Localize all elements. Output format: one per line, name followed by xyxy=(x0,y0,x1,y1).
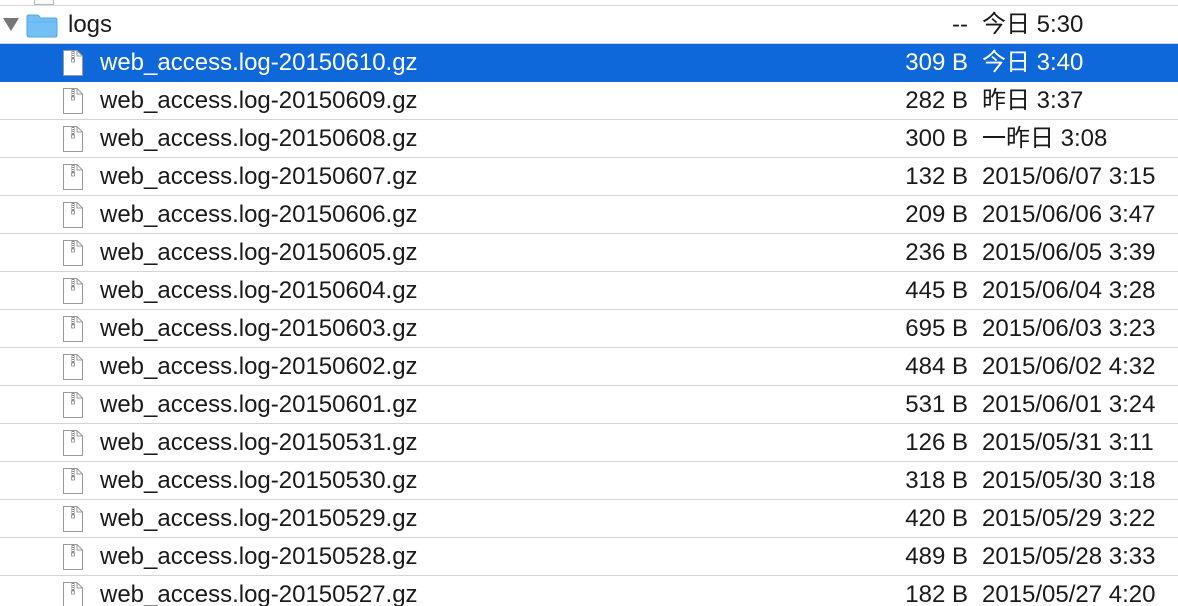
zip-file-icon xyxy=(62,201,84,229)
file-size: 420 B xyxy=(905,505,968,532)
zip-file-icon-graphic xyxy=(63,544,83,570)
file-row[interactable]: web_access.log-20150606.gz 209 B 2015/06/0… xyxy=(0,196,1178,234)
zip-file-icon xyxy=(62,581,84,606)
file-size: 182 B xyxy=(905,581,968,606)
file-date-modified: 2015/05/29 3:22 xyxy=(982,505,1156,532)
file-row[interactable]: web_access.log-20150609.gz 282 B 昨日 3:37 xyxy=(0,82,1178,120)
zip-file-icon-graphic xyxy=(63,316,83,342)
zip-file-icon xyxy=(62,163,84,191)
file-name: web_access.log-20150608.gz xyxy=(100,125,418,152)
file-row[interactable]: web_access.log-20150601.gz 531 B 2015/06/0… xyxy=(0,386,1178,424)
file-size: 209 B xyxy=(905,201,968,228)
zip-file-icon xyxy=(62,353,84,381)
file-size: 236 B xyxy=(905,239,968,266)
zip-file-icon xyxy=(62,125,84,153)
zip-file-icon-graphic xyxy=(63,354,83,380)
file-name: web_access.log-20150609.gz xyxy=(100,87,418,114)
file-date-modified: 2015/05/27 4:20 xyxy=(982,581,1156,606)
disclosure-triangle-icon[interactable] xyxy=(3,18,19,31)
zip-file-icon-graphic xyxy=(63,392,83,418)
file-row[interactable]: web_access.log-20150610.gz 309 B 今日 3:40 xyxy=(0,44,1178,82)
file-date-modified: 一昨日 3:08 xyxy=(982,125,1108,152)
file-size: 695 B xyxy=(905,315,968,342)
file-name: web_access.log-20150607.gz xyxy=(100,163,418,190)
file-name: web_access.log-20150610.gz xyxy=(100,49,418,76)
file-size: 445 B xyxy=(905,277,968,304)
file-size: 309 B xyxy=(905,49,968,76)
zip-file-icon xyxy=(62,239,84,267)
zip-file-icon xyxy=(62,315,84,343)
zip-file-icon xyxy=(62,429,84,457)
file-size: 126 B xyxy=(905,429,968,456)
file-name: web_access.log-20150602.gz xyxy=(100,353,418,380)
zip-file-icon xyxy=(62,391,84,419)
zip-file-icon-graphic xyxy=(63,88,83,114)
zip-file-icon-graphic xyxy=(63,430,83,456)
file-list: logs -- 今日 5:30 web_access.log-20150610.… xyxy=(0,0,1178,606)
file-name: web_access.log-20150527.gz xyxy=(100,581,418,606)
file-name: web_access.log-20150530.gz xyxy=(100,467,418,494)
file-date-modified: 今日 3:40 xyxy=(982,49,1084,76)
file-date-modified: 2015/06/07 3:15 xyxy=(982,163,1156,190)
zip-file-icon-graphic xyxy=(63,126,83,152)
file-size: 484 B xyxy=(905,353,968,380)
file-name: web_access.log-20150606.gz xyxy=(100,201,418,228)
zip-file-icon xyxy=(62,49,84,77)
file-name: web_access.log-20150605.gz xyxy=(100,239,418,266)
zip-file-icon-graphic xyxy=(63,278,83,304)
folder-icon xyxy=(26,14,58,38)
file-date-modified: 2015/06/05 3:39 xyxy=(982,239,1156,266)
zip-file-icon xyxy=(62,543,84,571)
file-date-modified: 2015/06/04 3:28 xyxy=(982,277,1156,304)
file-date-modified: 2015/05/31 3:11 xyxy=(982,429,1154,456)
folder-name: logs xyxy=(68,11,113,38)
file-row[interactable]: web_access.log-20150603.gz 695 B 2015/06/0… xyxy=(0,310,1178,348)
zip-file-icon-graphic xyxy=(63,240,83,266)
zip-file-icon-graphic xyxy=(63,202,83,228)
file-row[interactable]: web_access.log-20150608.gz 300 B 一昨日 3:08 xyxy=(0,120,1178,158)
file-date-modified: 昨日 3:37 xyxy=(982,87,1084,114)
file-size: 489 B xyxy=(905,543,968,570)
folder-date: 今日 5:30 xyxy=(982,11,1084,38)
file-row[interactable]: web_access.log-20150531.gz 126 B 2015/05/3… xyxy=(0,424,1178,462)
file-name: web_access.log-20150601.gz xyxy=(100,391,418,418)
file-row[interactable]: web_access.log-20150530.gz 318 B 2015/05/3… xyxy=(0,462,1178,500)
file-size: 531 B xyxy=(905,391,968,418)
file-row[interactable]: web_access.log-20150604.gz 445 B 2015/06/0… xyxy=(0,272,1178,310)
file-row[interactable]: web_access.log-20150607.gz 132 B 2015/06/0… xyxy=(0,158,1178,196)
folder-size: -- xyxy=(952,11,968,38)
file-row[interactable]: web_access.log-20150527.gz 182 B 2015/05/2… xyxy=(0,576,1178,606)
file-name: web_access.log-20150531.gz xyxy=(100,429,418,456)
file-name: web_access.log-20150529.gz xyxy=(100,505,418,532)
file-date-modified: 2015/05/28 3:33 xyxy=(982,543,1156,570)
file-name: web_access.log-20150604.gz xyxy=(100,277,418,304)
zip-file-icon-graphic xyxy=(63,506,83,532)
file-date-modified: 2015/06/01 3:24 xyxy=(982,391,1156,418)
file-date-modified: 2015/06/06 3:47 xyxy=(982,201,1156,228)
zip-file-icon-graphic xyxy=(63,164,83,190)
file-date-modified: 2015/05/30 3:18 xyxy=(982,467,1156,494)
zip-file-icon xyxy=(62,277,84,305)
file-size: 318 B xyxy=(905,467,968,494)
file-name: web_access.log-20150603.gz xyxy=(100,315,418,342)
zip-file-icon-graphic xyxy=(63,582,83,606)
file-size: 282 B xyxy=(905,87,968,114)
file-size: 300 B xyxy=(905,125,968,152)
zip-file-icon-graphic xyxy=(63,50,83,76)
file-row[interactable]: web_access.log-20150528.gz 489 B 2015/05/2… xyxy=(0,538,1178,576)
folder-row-logs[interactable]: logs -- 今日 5:30 xyxy=(0,6,1178,44)
zip-file-icon xyxy=(62,505,84,533)
zip-file-icon-graphic xyxy=(63,468,83,494)
file-icon xyxy=(34,0,54,5)
file-name: web_access.log-20150528.gz xyxy=(100,543,418,570)
file-row[interactable]: web_access.log-20150605.gz 236 B 2015/06/0… xyxy=(0,234,1178,272)
zip-file-icon xyxy=(62,467,84,495)
file-row[interactable]: web_access.log-20150529.gz 420 B 2015/05/2… xyxy=(0,500,1178,538)
file-size: 132 B xyxy=(905,163,968,190)
zip-file-icon xyxy=(62,87,84,115)
file-date-modified: 2015/06/03 3:23 xyxy=(982,315,1156,342)
file-date-modified: 2015/06/02 4:32 xyxy=(982,353,1156,380)
file-row[interactable]: web_access.log-20150602.gz 484 B 2015/06/0… xyxy=(0,348,1178,386)
